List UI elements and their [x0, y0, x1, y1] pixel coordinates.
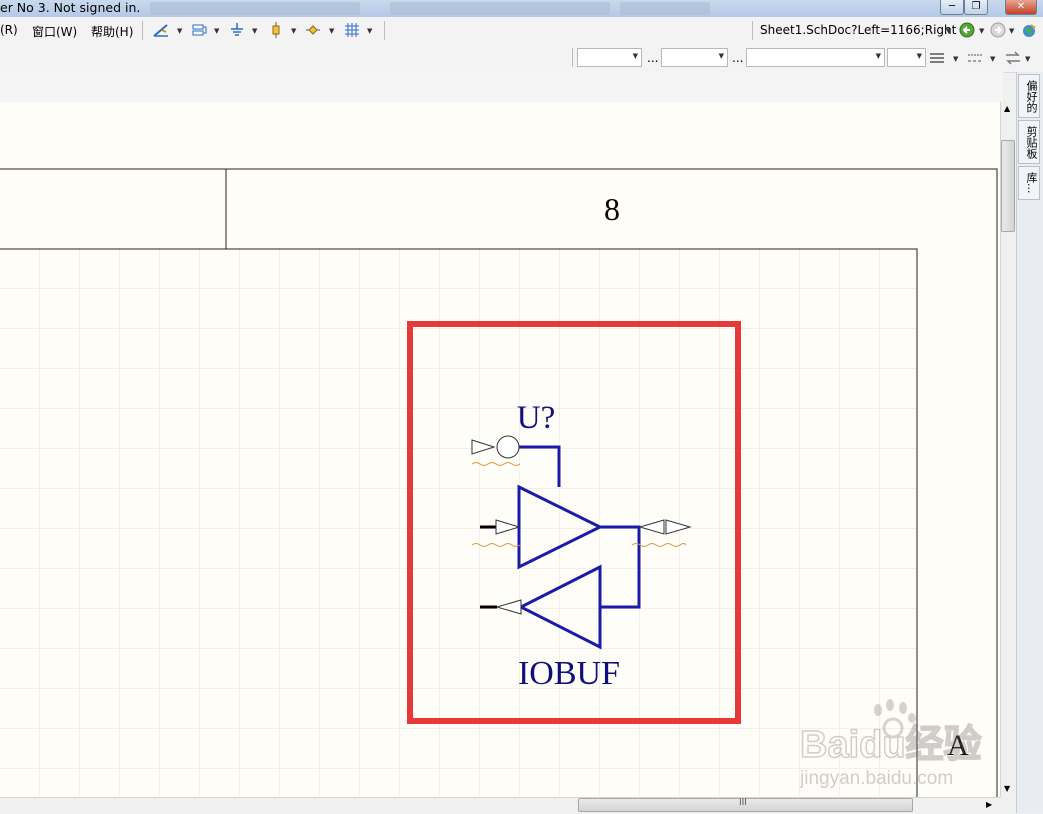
- window-title: er No 3. Not signed in.: [0, 0, 141, 15]
- chevron-down-icon[interactable]: ▼: [990, 55, 995, 63]
- chevron-down-icon[interactable]: ▼: [252, 27, 257, 35]
- style-dropdown[interactable]: ▼: [746, 48, 885, 67]
- scroll-right-icon[interactable]: ▶: [986, 800, 992, 809]
- arrange-icon[interactable]: [1005, 50, 1021, 66]
- schematic-canvas[interactable]: 8 A U? IOBUF Baidu经验 jingyan.baidu.com: [0, 102, 1000, 797]
- background-tab[interactable]: [390, 2, 610, 15]
- chevron-down-icon[interactable]: ▼: [291, 27, 296, 35]
- ground-tool-icon[interactable]: [229, 22, 245, 38]
- background-tab[interactable]: [150, 2, 360, 15]
- scroll-down-icon[interactable]: ▼: [1004, 784, 1010, 793]
- menu-item-window[interactable]: 窗口(W): [32, 23, 77, 40]
- forward-icon[interactable]: [990, 22, 1006, 38]
- line-style-icon[interactable]: [929, 50, 945, 66]
- side-tab-library[interactable]: 库...: [1018, 166, 1040, 200]
- title-bar: er No 3. Not signed in. ─ ❐ ✕: [0, 0, 1043, 18]
- grid-icon[interactable]: [344, 22, 360, 38]
- toolbar-separator: [142, 21, 143, 40]
- background-tab[interactable]: [620, 2, 710, 15]
- globe-icon[interactable]: [1021, 22, 1037, 38]
- watermark-url: jingyan.baidu.com: [799, 768, 953, 789]
- chevron-down-icon: ▼: [916, 52, 922, 60]
- wire-tool-icon[interactable]: [153, 22, 169, 38]
- vertical-scroll-thumb[interactable]: [1001, 140, 1015, 232]
- toolbar-separator: [752, 21, 753, 40]
- watermark-brand: Baidu经验: [800, 724, 982, 766]
- chevron-down-icon: ▼: [632, 52, 638, 60]
- chevron-down-icon[interactable]: ▼: [214, 27, 219, 35]
- part-tool-icon[interactable]: [268, 22, 284, 38]
- formatting-toolbar: ▼ ... ▼ ... ▼ ▼ ▼ ▼ ▼: [0, 44, 1043, 73]
- chevron-down-icon[interactable]: ▼: [979, 27, 984, 35]
- chevron-down-icon[interactable]: ▼: [946, 27, 951, 35]
- chevron-down-icon[interactable]: ▼: [1009, 27, 1014, 35]
- dash-style-icon[interactable]: [967, 50, 983, 66]
- scroll-grip: III: [739, 798, 747, 808]
- chevron-down-icon: ▼: [875, 52, 881, 60]
- close-button[interactable]: ✕: [1005, 0, 1037, 15]
- chevron-down-icon[interactable]: ▼: [1025, 55, 1030, 63]
- more-options[interactable]: ...: [647, 51, 658, 65]
- document-tab-bar: [0, 72, 1003, 103]
- scroll-up-icon[interactable]: ▲: [1004, 104, 1010, 113]
- toolbar-separator: [572, 48, 573, 67]
- back-icon[interactable]: [959, 22, 975, 38]
- schematic-sheet[interactable]: 8 A U? IOBUF Baidu经验 jingyan.baidu.com: [0, 102, 1000, 797]
- more-options[interactable]: ...: [732, 51, 743, 65]
- zone-number-label: 8: [604, 191, 620, 227]
- chevron-down-icon[interactable]: ▼: [953, 55, 958, 63]
- side-tab-clipboard[interactable]: 剪贴板: [1018, 120, 1040, 164]
- menu-bar: (R) 窗口(W) 帮助(H) ▼ ▼ ▼ ▼ ▼ ▼ Sheet1.SchDo…: [0, 17, 1043, 45]
- width-dropdown[interactable]: ▼: [887, 48, 926, 67]
- port-tool-icon[interactable]: [305, 22, 321, 38]
- menu-item-r[interactable]: (R): [0, 23, 18, 37]
- chevron-down-icon[interactable]: ▼: [367, 27, 372, 35]
- maximize-button[interactable]: ❐: [964, 0, 988, 15]
- side-tab-favorites[interactable]: 偏好的: [1018, 74, 1040, 118]
- chevron-down-icon[interactable]: ▼: [177, 27, 182, 35]
- component-name: IOBUF: [518, 655, 620, 692]
- pin-t-inversion-bubble: [496, 435, 520, 459]
- toolbar-separator: [384, 21, 385, 40]
- document-address-field[interactable]: Sheet1.SchDoc?Left=1166;Right: [760, 23, 956, 37]
- horizontal-scroll-thumb[interactable]: III: [578, 798, 913, 812]
- font-dropdown[interactable]: ▼: [577, 48, 642, 67]
- component-designator: U?: [517, 400, 555, 436]
- size-dropdown[interactable]: ▼: [661, 48, 728, 67]
- bus-tool-icon[interactable]: [191, 22, 207, 38]
- chevron-down-icon: ▼: [718, 52, 724, 60]
- menu-item-help[interactable]: 帮助(H): [91, 23, 133, 40]
- drawing-area-grid: [0, 249, 917, 797]
- chevron-down-icon[interactable]: ▼: [329, 27, 334, 35]
- minimize-button[interactable]: ─: [940, 0, 964, 15]
